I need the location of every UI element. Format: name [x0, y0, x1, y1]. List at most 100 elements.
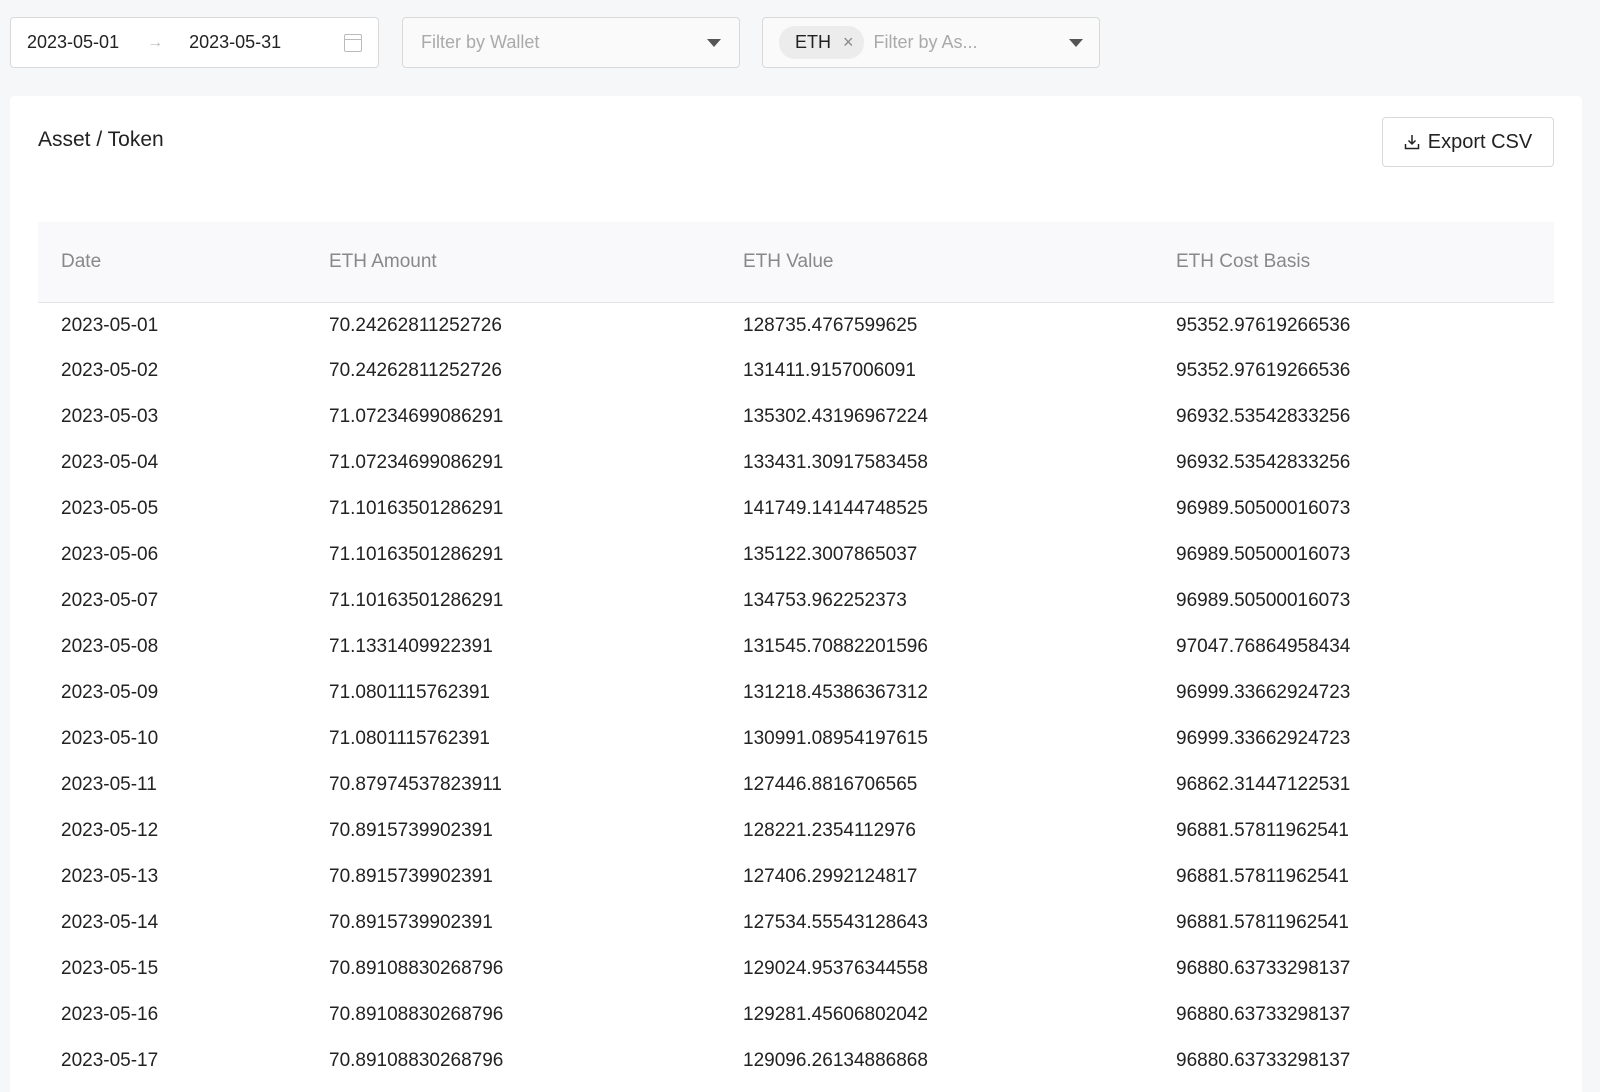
eth-value-cell: 135122.3007865037	[720, 532, 1153, 578]
eth-amount-cell: 70.8915739902391	[306, 854, 720, 900]
eth-value-cell: 129096.26134886868	[720, 1038, 1153, 1084]
table-row: 2023-05-0471.07234699086291133431.309175…	[38, 440, 1554, 486]
column-header-eth-value[interactable]: ETH Value	[720, 222, 1153, 302]
eth-value-cell: 128221.2354112976	[720, 808, 1153, 854]
table-row: 2023-05-1470.8915739902391127534.5554312…	[38, 900, 1554, 946]
eth-amount-cell: 71.0801115762391	[306, 716, 720, 762]
calendar-icon	[344, 34, 362, 52]
column-header-eth-cost-basis[interactable]: ETH Cost Basis	[1153, 222, 1554, 302]
chevron-down-icon	[1069, 39, 1083, 47]
eth-value-cell: 127406.2992124817	[720, 854, 1153, 900]
eth-value-cell: 141749.14144748525	[720, 486, 1153, 532]
eth-amount-cell: 71.10163501286291	[306, 486, 720, 532]
eth-cost-basis-cell: 95352.97619266536	[1153, 302, 1554, 348]
table-header-row: Date ETH Amount ETH Value ETH Cost Basis	[38, 222, 1554, 302]
eth-cost-basis-cell: 96932.53542833256	[1153, 394, 1554, 440]
table-row: 2023-05-0871.1331409922391131545.7088220…	[38, 624, 1554, 670]
eth-amount-cell: 70.89108830268796	[306, 946, 720, 992]
eth-value-cell: 131411.9157006091	[720, 348, 1153, 394]
eth-amount-cell: 70.87974537823911	[306, 762, 720, 808]
date-cell: 2023-05-09	[38, 670, 306, 716]
eth-amount-cell: 70.8915739902391	[306, 808, 720, 854]
eth-cost-basis-cell: 96880.63733298137	[1153, 946, 1554, 992]
date-cell: 2023-05-02	[38, 348, 306, 394]
table-row: 2023-05-0571.10163501286291141749.141447…	[38, 486, 1554, 532]
eth-amount-cell: 71.0801115762391	[306, 670, 720, 716]
asset-tag-label: ETH	[795, 32, 831, 53]
date-cell: 2023-05-07	[38, 578, 306, 624]
date-cell: 2023-05-13	[38, 854, 306, 900]
eth-cost-basis-cell: 96932.53542833256	[1153, 440, 1554, 486]
table-row: 2023-05-1670.89108830268796129281.456068…	[38, 992, 1554, 1038]
eth-amount-cell: 71.07234699086291	[306, 440, 720, 486]
eth-amount-cell: 70.24262811252726	[306, 348, 720, 394]
asset-table: Date ETH Amount ETH Value ETH Cost Basis…	[38, 222, 1554, 1084]
start-date-input[interactable]: 2023-05-01	[27, 32, 119, 53]
date-cell: 2023-05-03	[38, 394, 306, 440]
eth-amount-cell: 70.24262811252726	[306, 302, 720, 348]
date-cell: 2023-05-17	[38, 1038, 306, 1084]
eth-cost-basis-cell: 96880.63733298137	[1153, 992, 1554, 1038]
table-row: 2023-05-0971.0801115762391131218.4538636…	[38, 670, 1554, 716]
table-row: 2023-05-0170.24262811252726128735.476759…	[38, 302, 1554, 348]
close-icon[interactable]: ×	[843, 32, 854, 53]
date-cell: 2023-05-01	[38, 302, 306, 348]
eth-cost-basis-cell: 96881.57811962541	[1153, 854, 1554, 900]
date-range-picker[interactable]: 2023-05-01 → 2023-05-31	[10, 17, 379, 68]
eth-cost-basis-cell: 96862.31447122531	[1153, 762, 1554, 808]
eth-value-cell: 135302.43196967224	[720, 394, 1153, 440]
eth-value-cell: 127446.8816706565	[720, 762, 1153, 808]
table-row: 2023-05-1570.89108830268796129024.953763…	[38, 946, 1554, 992]
asset-filter-select[interactable]: ETH × Filter by As...	[762, 17, 1100, 68]
export-csv-button[interactable]: Export CSV	[1382, 117, 1554, 167]
eth-cost-basis-cell: 96999.33662924723	[1153, 670, 1554, 716]
date-cell: 2023-05-04	[38, 440, 306, 486]
column-header-date[interactable]: Date	[38, 222, 306, 302]
date-cell: 2023-05-06	[38, 532, 306, 578]
eth-amount-cell: 70.89108830268796	[306, 992, 720, 1038]
eth-value-cell: 127534.55543128643	[720, 900, 1153, 946]
eth-cost-basis-cell: 96989.50500016073	[1153, 532, 1554, 578]
date-cell: 2023-05-15	[38, 946, 306, 992]
table-row: 2023-05-1270.8915739902391128221.2354112…	[38, 808, 1554, 854]
table-row: 2023-05-0671.10163501286291135122.300786…	[38, 532, 1554, 578]
table-row: 2023-05-1370.8915739902391127406.2992124…	[38, 854, 1554, 900]
wallet-filter-select[interactable]: Filter by Wallet	[402, 17, 740, 68]
asset-tag-eth: ETH ×	[779, 26, 864, 59]
date-cell: 2023-05-05	[38, 486, 306, 532]
date-cell: 2023-05-11	[38, 762, 306, 808]
eth-cost-basis-cell: 96989.50500016073	[1153, 578, 1554, 624]
column-header-eth-amount[interactable]: ETH Amount	[306, 222, 720, 302]
export-csv-label: Export CSV	[1428, 131, 1532, 154]
eth-value-cell: 134753.962252373	[720, 578, 1153, 624]
eth-value-cell: 133431.30917583458	[720, 440, 1153, 486]
eth-amount-cell: 71.1331409922391	[306, 624, 720, 670]
range-arrow-icon: →	[147, 34, 163, 52]
eth-value-cell: 128735.4767599625	[720, 302, 1153, 348]
date-cell: 2023-05-12	[38, 808, 306, 854]
asset-filter-placeholder: Filter by As...	[874, 32, 978, 53]
eth-cost-basis-cell: 96881.57811962541	[1153, 808, 1554, 854]
eth-amount-cell: 70.8915739902391	[306, 900, 720, 946]
eth-cost-basis-cell: 97047.76864958434	[1153, 624, 1554, 670]
download-icon	[1404, 134, 1420, 150]
card-title: Asset / Token	[38, 128, 164, 152]
asset-token-card: Asset / Token Export CSV Date ETH Amount…	[10, 96, 1582, 1092]
eth-cost-basis-cell: 96989.50500016073	[1153, 486, 1554, 532]
date-cell: 2023-05-08	[38, 624, 306, 670]
table-row: 2023-05-0371.07234699086291135302.431969…	[38, 394, 1554, 440]
table-row: 2023-05-0270.24262811252726131411.915700…	[38, 348, 1554, 394]
eth-amount-cell: 70.89108830268796	[306, 1038, 720, 1084]
table-row: 2023-05-1170.87974537823911127446.881670…	[38, 762, 1554, 808]
eth-cost-basis-cell: 95352.97619266536	[1153, 348, 1554, 394]
eth-amount-cell: 71.07234699086291	[306, 394, 720, 440]
eth-amount-cell: 71.10163501286291	[306, 532, 720, 578]
end-date-input[interactable]: 2023-05-31	[189, 32, 281, 53]
eth-cost-basis-cell: 96999.33662924723	[1153, 716, 1554, 762]
wallet-filter-placeholder: Filter by Wallet	[421, 32, 539, 53]
eth-value-cell: 131218.45386367312	[720, 670, 1153, 716]
eth-cost-basis-cell: 96881.57811962541	[1153, 900, 1554, 946]
table-row: 2023-05-1770.89108830268796129096.261348…	[38, 1038, 1554, 1084]
date-cell: 2023-05-10	[38, 716, 306, 762]
date-cell: 2023-05-16	[38, 992, 306, 1038]
